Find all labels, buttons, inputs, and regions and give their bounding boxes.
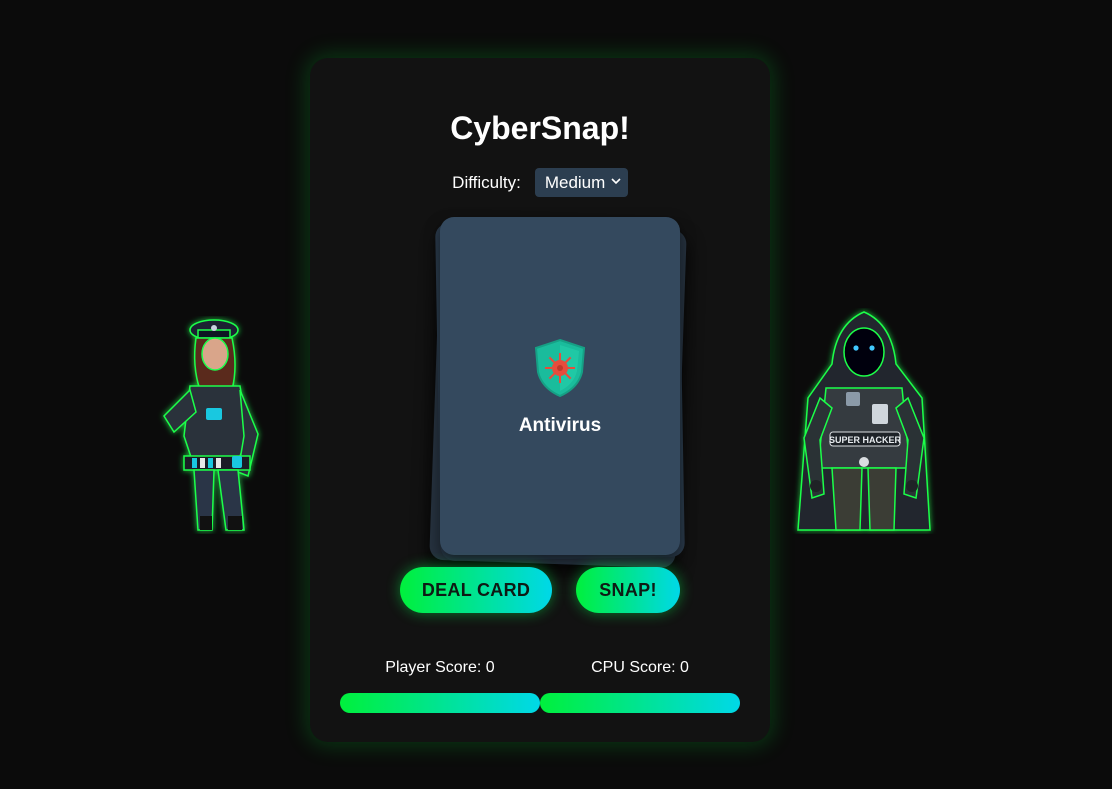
player-score: Player Score: 0 bbox=[385, 659, 495, 676]
police-officer-icon bbox=[163, 319, 259, 531]
chevron-down-icon bbox=[611, 178, 621, 185]
deal-card-button[interactable]: DEAL CARD bbox=[400, 567, 552, 613]
player-score-bar bbox=[340, 693, 540, 713]
hacker-icon: SUPER HACKER bbox=[797, 311, 931, 531]
difficulty-selected-value: Medium bbox=[544, 172, 606, 192]
cpu-score-bar bbox=[540, 693, 740, 713]
difficulty-label: Difficulty: bbox=[452, 172, 521, 192]
police-officer-character bbox=[140, 316, 272, 534]
card-label: Antivirus bbox=[518, 415, 602, 436]
game-stage: SUPER HACKER CyberSnap! Difficulty: Medi… bbox=[0, 0, 1112, 789]
difficulty-select[interactable]: Medium bbox=[534, 168, 628, 197]
current-card: Antivirus bbox=[440, 217, 680, 555]
difficulty-row: Difficulty: Medium bbox=[310, 168, 770, 197]
game-title: CyberSnap! bbox=[450, 110, 630, 146]
cpu-score: CPU Score: 0 bbox=[591, 659, 689, 676]
hacker-character: SUPER HACKER bbox=[790, 308, 938, 534]
hacker-badge: SUPER HACKER bbox=[829, 435, 902, 445]
antivirus-shield-icon bbox=[534, 338, 586, 398]
game-panel: CyberSnap! Difficulty: Medium Antivirus … bbox=[310, 58, 770, 742]
snap-button[interactable]: SNAP! bbox=[576, 567, 680, 613]
